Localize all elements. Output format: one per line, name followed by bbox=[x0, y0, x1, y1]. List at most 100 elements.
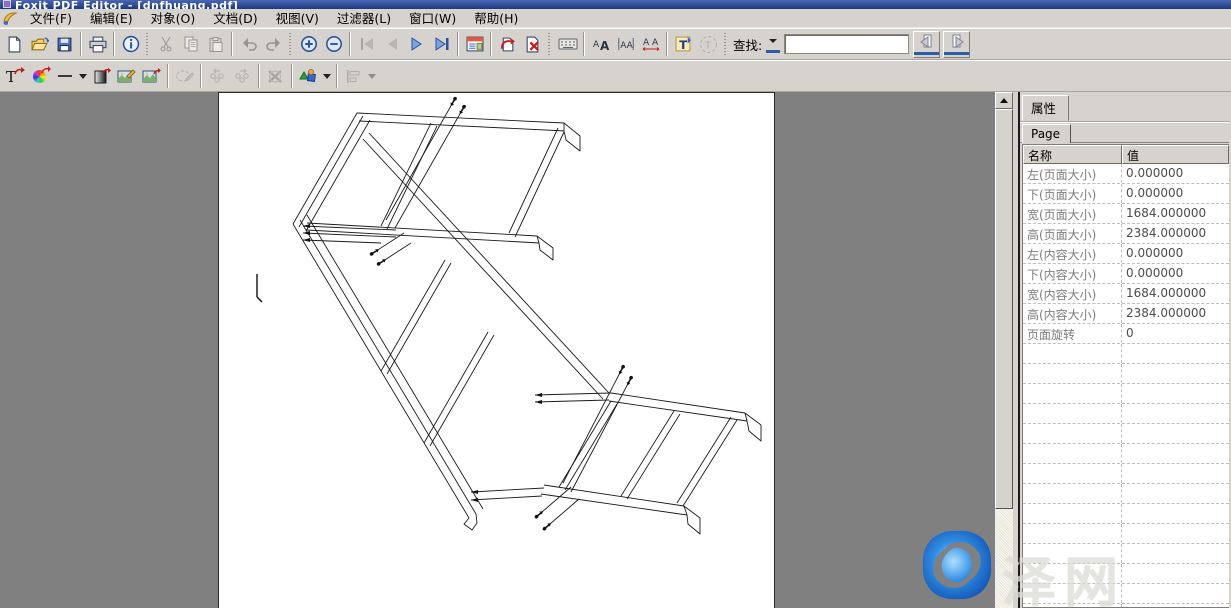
char-spacing-button[interactable]: A A bbox=[613, 32, 638, 57]
svg-text:T: T bbox=[679, 37, 687, 51]
undo-button[interactable] bbox=[236, 32, 261, 57]
zoom-out-button[interactable] bbox=[321, 32, 346, 57]
first-page-button[interactable] bbox=[354, 32, 379, 57]
line-style-tool-button[interactable] bbox=[52, 64, 77, 89]
info-icon bbox=[122, 35, 140, 53]
toolbar-grip[interactable] bbox=[723, 32, 728, 56]
font-style-button[interactable]: A A bbox=[588, 32, 613, 57]
align-objects-dropdown[interactable] bbox=[366, 64, 378, 89]
panel-divider[interactable] bbox=[1013, 92, 1020, 608]
find-input[interactable] bbox=[784, 34, 909, 54]
find-options-dropdown[interactable] bbox=[766, 34, 780, 54]
menu-window[interactable]: 窗口(W) bbox=[400, 7, 465, 29]
insert-shape-button[interactable] bbox=[296, 64, 321, 89]
vertical-scrollbar[interactable] bbox=[995, 92, 1013, 608]
table-row[interactable]: 高(内容大小) 2384.000000 bbox=[1023, 304, 1229, 324]
edit-text-tool-button[interactable]: T bbox=[2, 64, 27, 89]
cut-button[interactable] bbox=[153, 32, 178, 57]
find-previous-icon bbox=[919, 34, 935, 49]
menu-object[interactable]: 对象(O) bbox=[142, 7, 205, 29]
table-row-empty bbox=[1023, 584, 1229, 604]
page-layout-button[interactable] bbox=[462, 32, 487, 57]
prop-value[interactable]: 0.000000 bbox=[1122, 264, 1229, 283]
open-folder-icon bbox=[31, 36, 49, 53]
next-page-button[interactable] bbox=[404, 32, 429, 57]
scrollbar-thumb[interactable] bbox=[995, 109, 1013, 509]
delete-object-button[interactable] bbox=[263, 64, 288, 89]
table-row[interactable]: 页面旋转 0 bbox=[1023, 324, 1229, 344]
redo-button[interactable] bbox=[261, 32, 286, 57]
menu-file[interactable]: 文件(F) bbox=[21, 7, 81, 29]
properties-tab[interactable]: 属性 bbox=[1022, 95, 1069, 121]
table-row[interactable]: 宽(页面大小) 1684.000000 bbox=[1023, 204, 1229, 224]
text-caret bbox=[257, 274, 262, 302]
rotate-object-right-button[interactable] bbox=[230, 64, 255, 89]
open-button[interactable] bbox=[27, 32, 52, 57]
next-page-icon bbox=[410, 37, 424, 51]
separator bbox=[490, 32, 492, 56]
find-next-button[interactable] bbox=[943, 31, 970, 58]
column-header-name[interactable]: 名称 bbox=[1023, 145, 1122, 164]
paste-button[interactable] bbox=[203, 32, 228, 57]
info-button[interactable] bbox=[118, 32, 143, 57]
prop-value[interactable]: 0.000000 bbox=[1122, 244, 1229, 263]
delete-page-button[interactable] bbox=[520, 32, 545, 57]
scroll-up-button[interactable] bbox=[995, 92, 1013, 109]
prop-value[interactable]: 1684.000000 bbox=[1122, 284, 1229, 303]
menu-edit[interactable]: 编辑(E) bbox=[81, 7, 142, 29]
prop-value[interactable]: 0.000000 bbox=[1122, 164, 1229, 183]
table-row[interactable]: 宽(内容大小) 1684.000000 bbox=[1023, 284, 1229, 304]
line-style-dropdown[interactable] bbox=[77, 64, 89, 89]
table-row[interactable]: 左(页面大小) 0.000000 bbox=[1023, 164, 1229, 184]
menu-help[interactable]: 帮助(H) bbox=[465, 7, 527, 29]
table-row-empty bbox=[1023, 424, 1229, 444]
toolbar-grip[interactable] bbox=[145, 32, 150, 56]
properties-panel: 属性 Page 名称 值 左(页面大小) 0.000000 下(页面大小) 0.… bbox=[1020, 92, 1229, 608]
copy-button[interactable] bbox=[178, 32, 203, 57]
menu-view[interactable]: 视图(V) bbox=[267, 7, 328, 29]
table-row[interactable]: 下(页面大小) 0.000000 bbox=[1023, 184, 1229, 204]
previous-page-button[interactable] bbox=[379, 32, 404, 57]
edit-color-tool-button[interactable] bbox=[27, 64, 52, 89]
clip-edit-tool-button[interactable] bbox=[172, 64, 197, 89]
menu-filter[interactable]: 过滤器(L) bbox=[328, 7, 400, 29]
separator bbox=[113, 32, 115, 56]
prop-value[interactable]: 0 bbox=[1122, 324, 1229, 343]
find-previous-button[interactable] bbox=[913, 31, 940, 58]
document-system-icon[interactable] bbox=[2, 10, 18, 26]
zoom-in-button[interactable] bbox=[296, 32, 321, 57]
rotate-object-left-button[interactable] bbox=[205, 64, 230, 89]
column-header-value[interactable]: 值 bbox=[1122, 145, 1229, 164]
ladder-drawing bbox=[219, 93, 774, 608]
properties-table: 名称 值 左(页面大小) 0.000000 下(页面大小) 0.000000 宽… bbox=[1022, 144, 1229, 608]
insert-page-button[interactable] bbox=[495, 32, 520, 57]
keyboard-button[interactable] bbox=[555, 32, 580, 57]
save-button[interactable] bbox=[52, 32, 77, 57]
print-button[interactable] bbox=[85, 32, 110, 57]
pdf-page[interactable] bbox=[218, 92, 775, 608]
table-row[interactable]: 下(内容大小) 0.000000 bbox=[1023, 264, 1229, 284]
tab-page[interactable]: Page bbox=[1022, 124, 1071, 143]
replace-image-tool-button[interactable] bbox=[139, 64, 164, 89]
word-spacing-button[interactable]: A A bbox=[638, 32, 663, 57]
menu-document[interactable]: 文档(D) bbox=[204, 7, 266, 29]
edit-image-tool-button[interactable] bbox=[114, 64, 139, 89]
prop-value[interactable]: 2384.000000 bbox=[1122, 304, 1229, 323]
prop-value[interactable]: 0.000000 bbox=[1122, 184, 1229, 203]
paste-clipboard-icon bbox=[208, 36, 224, 53]
document-workspace[interactable] bbox=[0, 92, 995, 608]
align-objects-button[interactable] bbox=[341, 64, 366, 89]
table-row[interactable]: 高(页面大小) 2384.000000 bbox=[1023, 224, 1229, 244]
new-document-button[interactable] bbox=[2, 32, 27, 57]
table-row[interactable]: 左(内容大小) 0.000000 bbox=[1023, 244, 1229, 264]
delete-page-icon bbox=[524, 36, 541, 53]
circled-text-button[interactable]: T bbox=[696, 32, 721, 57]
toolbar-grip[interactable] bbox=[547, 32, 552, 56]
prop-value[interactable]: 2384.000000 bbox=[1122, 224, 1229, 243]
toolbar-grip[interactable] bbox=[288, 32, 293, 56]
edit-shading-tool-button[interactable] bbox=[89, 64, 114, 89]
last-page-button[interactable] bbox=[429, 32, 454, 57]
insert-shape-dropdown[interactable] bbox=[321, 64, 333, 89]
add-text-button[interactable]: T bbox=[671, 32, 696, 57]
prop-value[interactable]: 1684.000000 bbox=[1122, 204, 1229, 223]
